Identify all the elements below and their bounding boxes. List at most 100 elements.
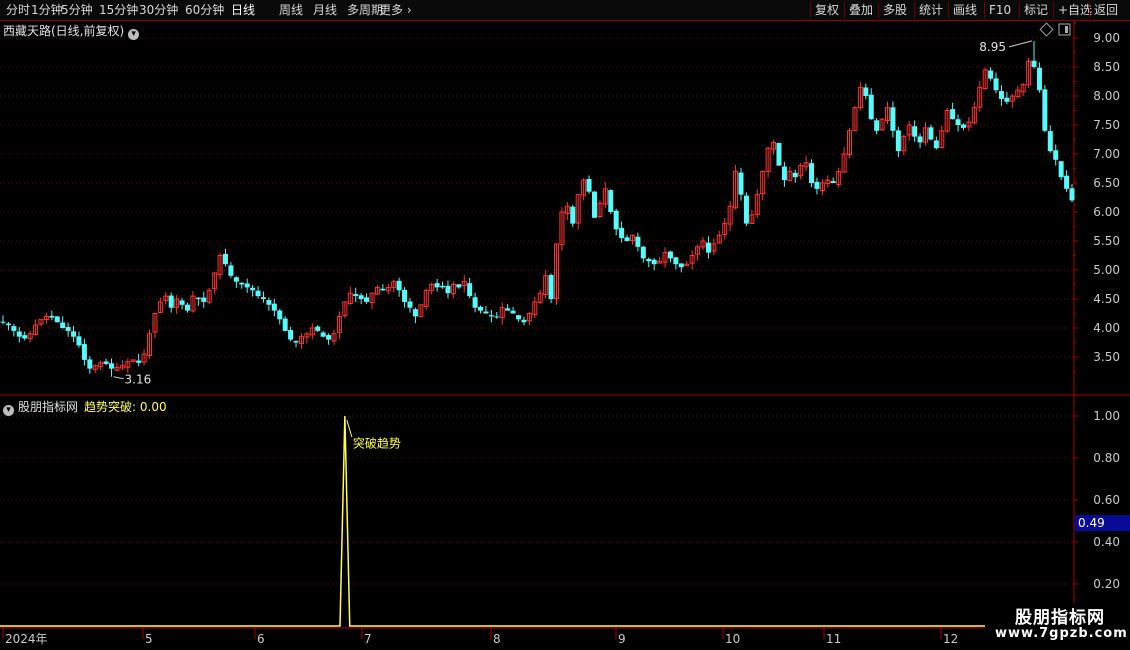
x-tick-label: 2024年 [5,632,48,646]
candle-body-down [22,335,28,339]
candle-body-down [1064,175,1070,189]
candle-body-down [250,287,256,291]
candle-body-down [60,322,66,328]
low-price-label: 3.16 [125,373,152,387]
candle-body-down [521,319,527,323]
candle-body-down [326,335,332,340]
candle-body-down [874,120,880,131]
candle-body-down [1042,89,1048,131]
diamond-icon [1039,22,1054,37]
candle-body-down [912,126,918,137]
candle-body-down [646,258,652,262]
candle-body-down [412,309,418,317]
main-y-tick-label: 7.50 [1093,118,1120,132]
candle-body-down [809,163,815,183]
chevron-down-icon[interactable]: ▾ [128,29,140,40]
x-tick-label: 6 [257,632,265,646]
candle-body-down [260,297,266,299]
candle-body-down [478,306,484,311]
stock-title-label: 西藏天路(日线,前复权) [3,24,125,38]
watermark-url: www.7gpzb.com [995,626,1128,641]
candle-body-down [288,330,294,340]
signal-pointer [346,420,353,438]
candle-body-down [955,119,961,125]
candle-body-down [239,282,245,285]
candle-body-down [510,310,516,314]
x-tick-label: 11 [826,632,841,646]
candle-body-down [960,124,966,128]
candle-body-down [277,310,283,320]
candle-body-down [1069,188,1075,201]
indicator-name: 趋势突破: [84,400,137,414]
candle-body-down [16,331,22,337]
indicator-value: 0.00 [139,400,167,414]
candle-body-down [516,315,522,320]
low-arrow [113,376,124,380]
stock-title[interactable]: 西藏天路(日线,前复权) ▾ [3,22,140,40]
candle-body-down [1031,60,1037,67]
x-tick-label: 12 [943,632,958,646]
candle-body-down [830,181,836,183]
candle-body-down [87,359,93,369]
candle-body-down [635,236,641,247]
candle-body-down [1058,161,1064,178]
candle-body-down [608,190,614,212]
candle-body-down [673,257,679,265]
main-y-tick-label: 4.00 [1093,321,1120,335]
candle-body-down [998,91,1004,99]
candle-body-down [71,331,77,337]
candle-body-down [136,360,142,363]
candle-body-down [293,340,299,343]
x-tick-label: 9 [618,632,626,646]
indicator-y-tick-label: 1.00 [1093,409,1120,423]
x-tick-label: 7 [364,632,372,646]
candle-body-down [1004,97,1010,102]
x-tick-label: 8 [493,632,501,646]
panel-toggle-icon [1058,23,1071,36]
candle-body-down [988,70,994,79]
candle-body-down [1036,67,1042,91]
candle-body-down [792,172,798,178]
candle-body-down [863,87,869,96]
candle-body-down [1053,150,1059,160]
candle-body-down [619,227,625,239]
candle-body-down [781,166,787,181]
candle-body-down [168,295,174,308]
indicator-title[interactable]: ▾ 股朋指标网 趋势突破: 0.00 [3,398,167,416]
main-y-tick-label: 6.50 [1093,176,1120,190]
candle-body-down [494,316,500,318]
candle-body-down [282,318,288,331]
candle-body-down [54,316,60,323]
candle-body-down [195,297,201,299]
watermark-name: 股朋指标网 [1015,608,1105,628]
candle-body-down [358,295,364,299]
main-y-tick-label: 3.50 [1093,350,1120,364]
chevron-down-icon[interactable]: ▾ [3,405,14,416]
kline-chart: 3.50 4.00 4.50 5.00 5.50 6.00 6.50 7.00 7.50 8.00… [0,20,1130,650]
candle-body-down [184,304,190,311]
candle-body-down [548,275,554,299]
high-arrow [1008,40,1033,48]
signal-label: 突破趋势 [353,435,401,450]
candle-body-down [678,263,684,268]
candle-body-down [440,285,446,288]
candle-body-down [570,206,576,224]
candle-body-down [705,242,711,253]
main-y-tick-label: 4.50 [1093,292,1120,306]
candle-body-down [776,143,782,166]
high-price-label: 8.95 [979,40,1006,54]
candle-body-down [467,283,473,297]
main-y-tick-label: 8.50 [1093,60,1120,74]
candle-body-down [950,109,956,120]
candle-body-down [434,283,440,288]
candle-body-down [222,254,228,265]
candle-body-down [868,94,874,120]
candle-body-down [1047,131,1053,152]
candle-body-down [380,288,386,291]
candle-body-down [396,280,402,291]
candle-body-down [201,297,207,302]
candle-body-down [505,308,511,311]
candle-body-down [928,127,934,140]
main-y-tick-label: 5.00 [1093,263,1120,277]
candle-body-down [364,297,370,302]
